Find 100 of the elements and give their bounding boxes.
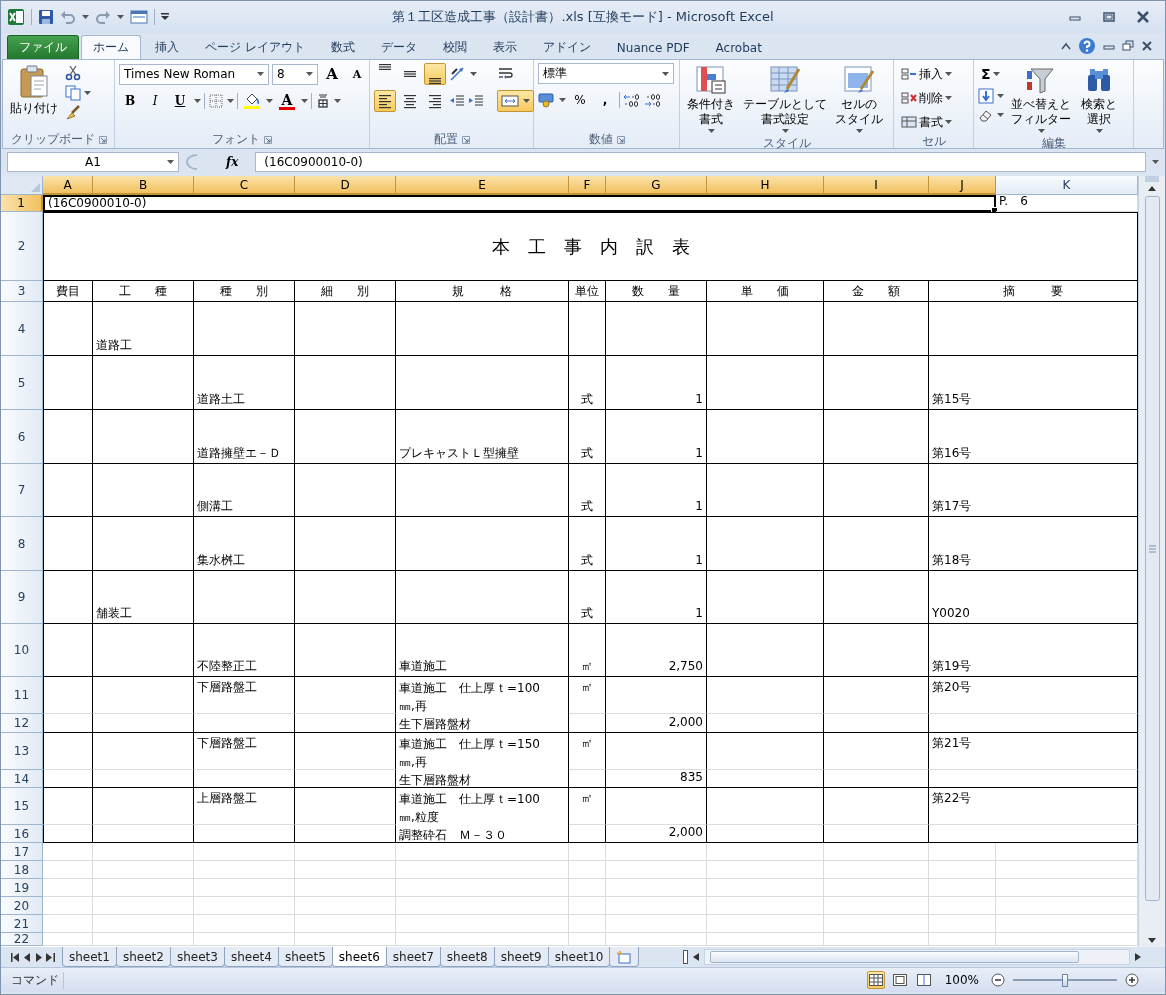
ribbon-tab[interactable]: アドイン — [530, 35, 603, 59]
cell-styles-button[interactable]: セルの スタイル — [832, 63, 886, 135]
save-icon[interactable] — [38, 9, 54, 25]
fill-down-icon[interactable] — [978, 88, 994, 104]
paste-button[interactable]: 貼り付け — [7, 63, 61, 131]
row-header[interactable]: 10 — [1, 624, 43, 677]
shrink-font-button[interactable]: A — [346, 63, 368, 85]
restore-icon[interactable] — [1103, 11, 1115, 23]
last-sheet-icon[interactable] — [46, 952, 55, 962]
column-header[interactable]: D — [295, 176, 396, 195]
zoom-slider-thumb[interactable] — [1062, 973, 1068, 987]
font-color-button[interactable]: A — [276, 90, 298, 112]
row-header[interactable]: 11 — [1, 677, 43, 714]
close-icon[interactable] — [1141, 40, 1153, 52]
view-button[interactable] — [866, 971, 885, 989]
row-header[interactable]: 12 — [1, 714, 43, 733]
increase-indent-icon[interactable] — [468, 93, 484, 109]
sheet-tab[interactable]: sheet3 — [169, 947, 225, 967]
sheet-tab[interactable]: sheet1 — [62, 947, 117, 967]
customize-caret-icon[interactable] — [161, 13, 169, 21]
row-header[interactable]: 17 — [1, 843, 43, 861]
sheet-tab[interactable]: sheet4 — [223, 947, 279, 967]
row-header[interactable]: 13 — [1, 733, 43, 770]
column-header[interactable]: B — [93, 176, 194, 195]
conditional-format-button[interactable]: 条件付き 書式 — [684, 63, 738, 135]
number-format-dropdown[interactable]: 標準 — [538, 63, 674, 84]
column-header[interactable]: G — [606, 176, 707, 195]
bold-button[interactable]: B — [119, 90, 141, 112]
formula-field[interactable]: (16C0900010-0) — [255, 152, 1146, 172]
next-sheet-icon[interactable] — [35, 952, 42, 962]
ribbon-tab[interactable]: データ — [368, 35, 429, 59]
row-header[interactable]: 21 — [1, 915, 43, 933]
row-header[interactable]: 7 — [1, 464, 43, 517]
ribbon-tab[interactable]: 挿入 — [143, 35, 191, 59]
row-header[interactable]: 16 — [1, 825, 43, 843]
scroll-left-icon[interactable] — [691, 952, 701, 962]
view-button[interactable] — [914, 971, 933, 989]
fill-handle[interactable] — [991, 207, 998, 214]
vertical-scrollbar[interactable] — [1138, 176, 1165, 947]
sheet-tab[interactable]: sheet7 — [385, 947, 441, 967]
ribbon-tab[interactable]: 数式 — [318, 35, 367, 59]
column-header[interactable]: C — [194, 176, 295, 195]
italic-button[interactable]: I — [144, 90, 166, 112]
row-header[interactable]: 20 — [1, 897, 43, 915]
first-sheet-icon[interactable] — [11, 952, 20, 962]
row-header[interactable]: 2 — [1, 212, 43, 281]
ribbon-tab[interactable]: Nuance PDF — [604, 35, 702, 59]
help-icon[interactable] — [1078, 37, 1096, 55]
font-name-dropdown[interactable]: Times New Roman — [119, 63, 269, 85]
ribbon-tab[interactable]: ファイル — [7, 35, 79, 59]
dialog-launcher-icon[interactable] — [264, 135, 272, 144]
ribbon-tab[interactable]: ページ レイアウト — [193, 35, 317, 59]
vertical-align-button[interactable] — [424, 63, 446, 85]
row-header[interactable]: 1 — [1, 195, 43, 212]
dialog-launcher-icon[interactable] — [616, 135, 625, 144]
scissors-icon[interactable] — [65, 65, 81, 81]
row-header[interactable]: 18 — [1, 861, 43, 879]
dialog-launcher-icon[interactable] — [98, 135, 107, 144]
row-header[interactable]: 6 — [1, 410, 43, 464]
grow-font-button[interactable]: A — [321, 63, 343, 85]
row-header[interactable]: 14 — [1, 770, 43, 788]
sort-filter-button[interactable]: 並べ替えと フィルター — [1008, 63, 1074, 135]
row-header[interactable]: 22 — [1, 933, 43, 946]
increase-decimal-icon[interactable] — [623, 92, 641, 108]
insert-cells-button[interactable]: 挿入 — [898, 63, 955, 85]
column-header[interactable]: E — [396, 176, 569, 195]
row-header[interactable]: 8 — [1, 517, 43, 571]
decrease-indent-icon[interactable] — [449, 93, 465, 109]
sheet-tab[interactable]: sheet10 — [547, 947, 611, 967]
brush-icon[interactable] — [65, 105, 81, 121]
column-header[interactable]: K — [996, 176, 1138, 195]
sheet-tab[interactable]: sheet8 — [439, 947, 495, 967]
column-header[interactable]: J — [929, 176, 996, 195]
new-sheet-button[interactable] — [609, 947, 640, 967]
column-header[interactable]: F — [569, 176, 606, 195]
column-header[interactable]: A — [43, 176, 93, 195]
split-handle-icon[interactable] — [683, 950, 688, 964]
horizontal-align-button[interactable] — [374, 90, 396, 112]
row-header[interactable]: 15 — [1, 788, 43, 825]
row-header[interactable]: 5 — [1, 356, 43, 410]
sheet-tab[interactable]: sheet9 — [493, 947, 549, 967]
collapse-ribbon-icon[interactable] — [1061, 42, 1071, 50]
zoom-in-icon[interactable] — [1125, 973, 1139, 987]
restore-icon[interactable] — [1122, 40, 1134, 52]
find-select-button[interactable]: 検索と 選択 — [1078, 63, 1120, 135]
scroll-right-icon[interactable] — [1133, 952, 1143, 962]
underline-button[interactable]: U — [169, 90, 191, 112]
decrease-decimal-icon[interactable] — [644, 92, 662, 108]
row-header[interactable]: 9 — [1, 571, 43, 624]
comma-style-button[interactable]: , — [594, 89, 616, 111]
row-header[interactable]: 19 — [1, 879, 43, 897]
column-header[interactable]: H — [707, 176, 824, 195]
zoom-level[interactable]: 100% — [938, 973, 985, 987]
sheet-tab[interactable]: sheet6 — [331, 947, 387, 967]
merge-center-button[interactable] — [497, 90, 534, 112]
row-header[interactable]: 4 — [1, 302, 43, 356]
currency-icon[interactable] — [538, 92, 556, 108]
ribbon-tab[interactable]: 校閲 — [430, 35, 479, 59]
scroll-thumb-icon[interactable] — [1144, 196, 1160, 901]
horizontal-scrollbar[interactable] — [704, 949, 1130, 965]
